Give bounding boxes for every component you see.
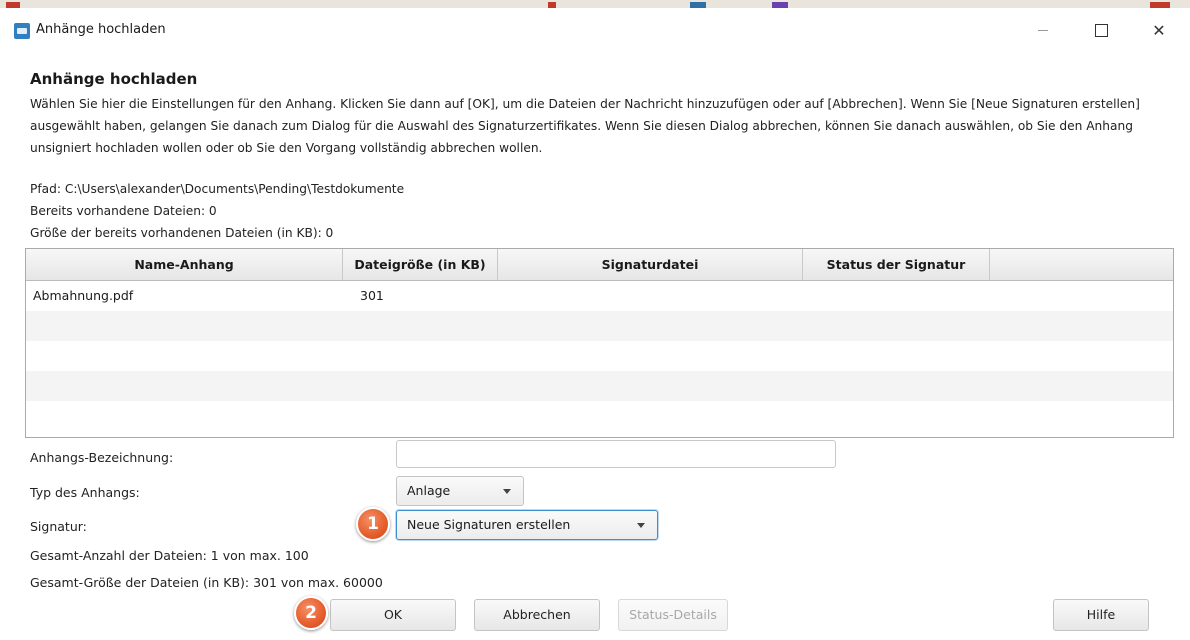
maximize-icon[interactable] <box>1078 14 1124 46</box>
table-row-empty <box>26 341 1173 371</box>
table-row[interactable]: Abmahnung.pdf 301 <box>26 281 1173 311</box>
ok-button[interactable]: OK <box>330 599 456 631</box>
table-header: Name-Anhang Dateigröße (in KB) Signaturd… <box>26 249 1173 281</box>
attachments-table: Name-Anhang Dateigröße (in KB) Signaturd… <box>25 248 1174 438</box>
column-header-signature-status[interactable]: Status der Signatur <box>803 249 990 280</box>
total-count-info: Gesamt-Anzahl der Dateien: 1 von max. 10… <box>30 548 309 563</box>
annotation-badge-2: 2 <box>294 596 328 630</box>
window-title: Anhänge hochladen <box>36 22 166 37</box>
dialog-heading: Anhänge hochladen <box>30 70 198 88</box>
window-titlebar: Anhänge hochladen ✕ <box>0 8 1190 52</box>
signature-value: Neue Signaturen erstellen <box>407 517 571 532</box>
app-icon <box>14 23 30 39</box>
existing-files-info: Bereits vorhandene Dateien: 0 <box>30 204 217 218</box>
attachment-description-label: Anhangs-Bezeichnung: <box>30 450 174 465</box>
signature-label: Signatur: <box>30 519 87 534</box>
attachment-type-select[interactable]: Anlage <box>396 476 524 506</box>
cancel-button[interactable]: Abbrechen <box>474 599 600 631</box>
close-icon[interactable]: ✕ <box>1136 14 1182 46</box>
status-details-button: Status-Details <box>618 599 728 631</box>
table-row-empty <box>26 371 1173 401</box>
cell-size: 301 <box>360 288 384 303</box>
attachment-type-label: Typ des Anhangs: <box>30 485 140 500</box>
signature-select[interactable]: Neue Signaturen erstellen <box>396 510 658 540</box>
background-app-strip <box>0 0 1190 8</box>
cell-name: Abmahnung.pdf <box>33 288 134 303</box>
attachment-type-value: Anlage <box>407 483 451 498</box>
table-row-empty <box>26 401 1173 431</box>
column-header-signature-file[interactable]: Signaturdatei <box>498 249 803 280</box>
attachment-description-input[interactable] <box>396 440 836 468</box>
column-header-name[interactable]: Name-Anhang <box>26 249 343 280</box>
dialog-description: Wählen Sie hier die Einstellungen für de… <box>30 97 1140 155</box>
help-button[interactable]: Hilfe <box>1053 599 1149 631</box>
existing-size-info: Größe der bereits vorhandenen Dateien (i… <box>30 226 334 240</box>
chevron-down-icon <box>503 489 511 494</box>
path-info: Pfad: C:\Users\alexander\Documents\Pendi… <box>30 182 405 196</box>
minimize-icon[interactable] <box>1020 14 1066 46</box>
total-size-info: Gesamt-Größe der Dateien (in KB): 301 vo… <box>30 575 383 590</box>
table-row-empty <box>26 311 1173 341</box>
chevron-down-icon <box>637 523 645 528</box>
column-header-size[interactable]: Dateigröße (in KB) <box>343 249 498 280</box>
annotation-badge-1: 1 <box>356 507 390 541</box>
